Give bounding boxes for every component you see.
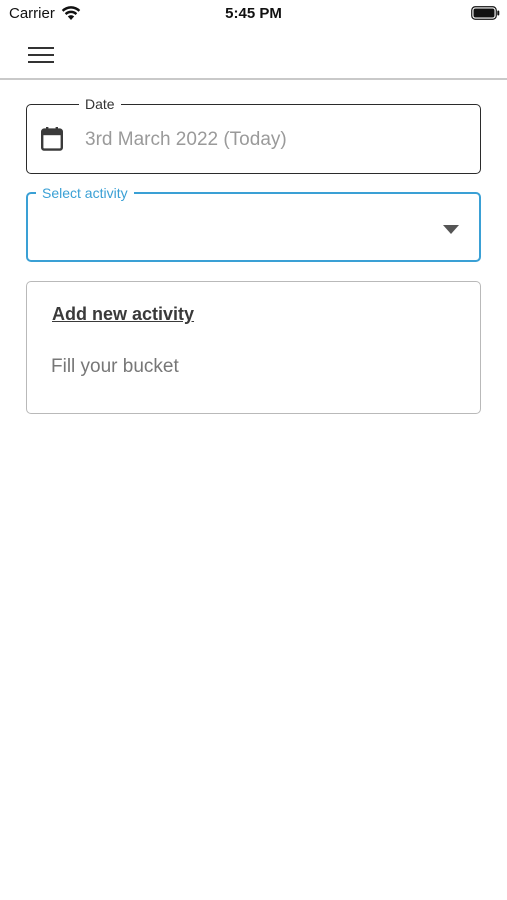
app-screen: Carrier 5:45 PM Date 3rd March 2022 (Tod… — [0, 0, 507, 900]
activity-select-label: Select activity — [36, 184, 134, 202]
app-bar — [0, 30, 507, 80]
activity-card: Add new activity Fill your bucket — [26, 281, 481, 414]
add-new-activity-link[interactable]: Add new activity — [52, 304, 194, 325]
date-field-label: Date — [79, 95, 121, 113]
activity-select[interactable]: Select activity — [26, 184, 481, 262]
bucket-message: Fill your bucket — [51, 356, 179, 377]
menu-button[interactable] — [22, 38, 62, 70]
battery-icon — [471, 6, 500, 20]
calendar-icon — [41, 127, 63, 151]
status-bar: Carrier 5:45 PM — [0, 0, 507, 30]
dropdown-arrow-icon — [443, 225, 459, 234]
hamburger-menu-icon — [28, 47, 54, 63]
status-time: 5:45 PM — [225, 5, 282, 22]
date-value: 3rd March 2022 (Today) — [85, 129, 287, 150]
date-field[interactable]: Date 3rd March 2022 (Today) — [26, 95, 481, 174]
